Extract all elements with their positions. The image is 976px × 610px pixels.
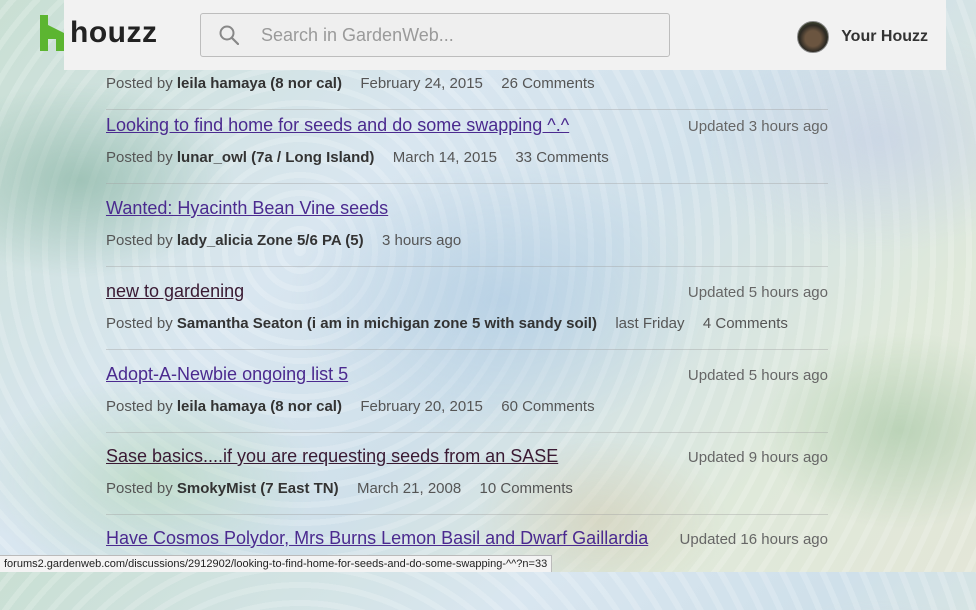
list-item: Wanted: Hyacinth Bean Vine seeds Posted … xyxy=(106,198,828,280)
posted-by-label: Posted by xyxy=(106,149,173,166)
thread-title-link[interactable]: Have Cosmos Polydor, Mrs Burns Lemon Bas… xyxy=(106,528,648,549)
posted-by-label: Posted by xyxy=(106,75,173,92)
divider xyxy=(106,183,828,184)
list-item: Looking to find home for seeds and do so… xyxy=(106,115,828,197)
your-houzz-link[interactable]: Your Houzz xyxy=(841,28,928,46)
thread-meta: Posted by leila hamaya (8 nor cal) Febru… xyxy=(106,398,595,415)
thread-author[interactable]: lunar_owl (7a / Long Island) xyxy=(177,149,375,166)
thread-date: February 24, 2015 xyxy=(360,75,483,92)
posted-by-label: Posted by xyxy=(106,315,173,332)
thread-title-link[interactable]: Looking to find home for seeds and do so… xyxy=(106,115,569,136)
thread-updated: Updated 5 hours ago xyxy=(687,284,828,301)
thread-author[interactable]: Samantha Seaton (i am in michigan zone 5… xyxy=(177,315,597,332)
posted-by-label: Posted by xyxy=(106,398,173,415)
thread-comments[interactable]: 10 Comments xyxy=(480,480,573,497)
thread-author[interactable]: lady_alicia Zone 5/6 PA (5) xyxy=(177,232,364,249)
thread-updated: Updated 16 hours ago xyxy=(679,531,828,548)
thread-title-link[interactable]: new to gardening xyxy=(106,281,244,302)
thread-meta: Posted by lunar_owl (7a / Long Island) M… xyxy=(106,149,609,166)
thread-comments[interactable]: 60 Comments xyxy=(501,398,594,415)
divider xyxy=(106,109,828,110)
thread-author[interactable]: SmokyMist (7 East TN) xyxy=(177,480,339,497)
houzz-logo-icon xyxy=(40,15,64,51)
divider xyxy=(106,432,828,433)
thread-date: February 20, 2015 xyxy=(360,398,483,415)
posted-by-label: Posted by xyxy=(106,232,173,249)
thread-comments[interactable]: 33 Comments xyxy=(515,149,608,166)
thread-updated: Updated 3 hours ago xyxy=(687,118,828,135)
thread-meta: Posted by SmokyMist (7 East TN) March 21… xyxy=(106,480,573,497)
thread-comments[interactable]: 4 Comments xyxy=(703,315,788,332)
divider xyxy=(106,266,828,267)
thread-date: last Friday xyxy=(615,315,685,332)
thread-title-link[interactable]: Adopt-A-Newbie ongoing list 5 xyxy=(106,364,348,385)
thread-author[interactable]: leila hamaya (8 nor cal) xyxy=(177,75,342,92)
thread-meta: Posted by lady_alicia Zone 5/6 PA (5) 3 … xyxy=(106,232,461,249)
browser-status-bar: forums2.gardenweb.com/discussions/291290… xyxy=(0,555,553,572)
thread-date: March 14, 2015 xyxy=(392,149,497,166)
thread-title-link[interactable]: Wanted: Hyacinth Bean Vine seeds xyxy=(106,198,388,219)
thread-comments[interactable]: 26 Comments xyxy=(501,75,594,92)
thread-title-link[interactable]: Sase basics....if you are requesting see… xyxy=(106,446,558,467)
thread-date: March 21, 2008 xyxy=(356,480,462,497)
thread-date: 3 hours ago xyxy=(381,232,462,249)
thread-meta: Posted by Samantha Seaton (i am in michi… xyxy=(106,315,788,332)
divider xyxy=(106,349,828,350)
thread-meta: Posted by leila hamaya (8 nor cal) Febru… xyxy=(106,75,595,92)
thread-updated: Updated 9 hours ago xyxy=(687,449,828,466)
posted-by-label: Posted by xyxy=(106,480,173,497)
list-item: Adopt-A-Newbie ongoing list 5 Updated 5 … xyxy=(106,364,828,446)
list-item: new to gardening Updated 5 hours ago Pos… xyxy=(106,281,828,363)
divider xyxy=(106,514,828,515)
thread-author[interactable]: leila hamaya (8 nor cal) xyxy=(177,398,342,415)
list-item: Posted by leila hamaya (8 nor cal) Febru… xyxy=(106,41,828,123)
list-item: Sase basics....if you are requesting see… xyxy=(106,446,828,528)
thread-updated: Updated 5 hours ago xyxy=(687,367,828,384)
